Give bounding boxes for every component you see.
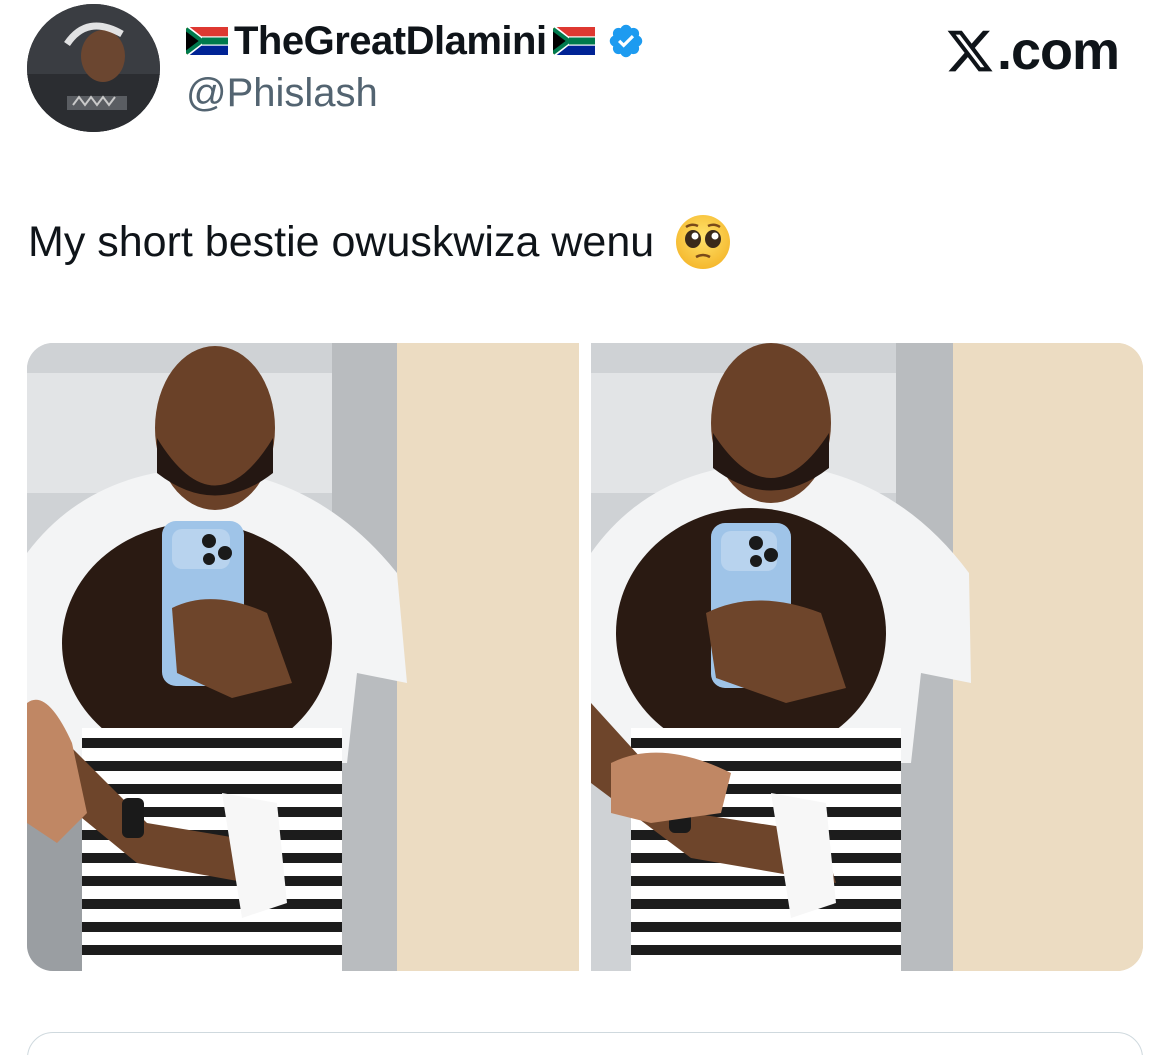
south-africa-flag-icon: [552, 27, 595, 55]
south-africa-flag-icon: [186, 27, 228, 55]
tweet-text: My short bestie owuskwiza wenu: [28, 212, 732, 272]
author-display-name[interactable]: TheGreatDlamini: [234, 18, 547, 64]
x-brand: .com: [945, 21, 1120, 81]
elevator-selfie-photo: [591, 343, 1143, 971]
author-avatar[interactable]: [27, 4, 160, 132]
tweet-media: [27, 343, 1143, 971]
author-name-row[interactable]: TheGreatDlamini: [186, 18, 645, 64]
x-logo-icon: [947, 30, 993, 72]
avatar-image: [27, 4, 160, 132]
media-photo-1[interactable]: [27, 343, 579, 971]
tweet-screenshot: TheGreatDlamini @Phislash .com My short …: [0, 0, 1169, 1055]
brand-domain: .com: [996, 21, 1120, 81]
tweet-body: My short bestie owuskwiza wenu: [28, 218, 655, 266]
elevator-selfie-photo: [27, 343, 579, 971]
pleading-face-emoji: [676, 215, 731, 269]
verified-badge-icon: [609, 24, 642, 58]
next-card-edge: [27, 1032, 1143, 1055]
author-handle[interactable]: @Phislash: [186, 70, 378, 116]
media-photo-2[interactable]: [591, 343, 1143, 971]
